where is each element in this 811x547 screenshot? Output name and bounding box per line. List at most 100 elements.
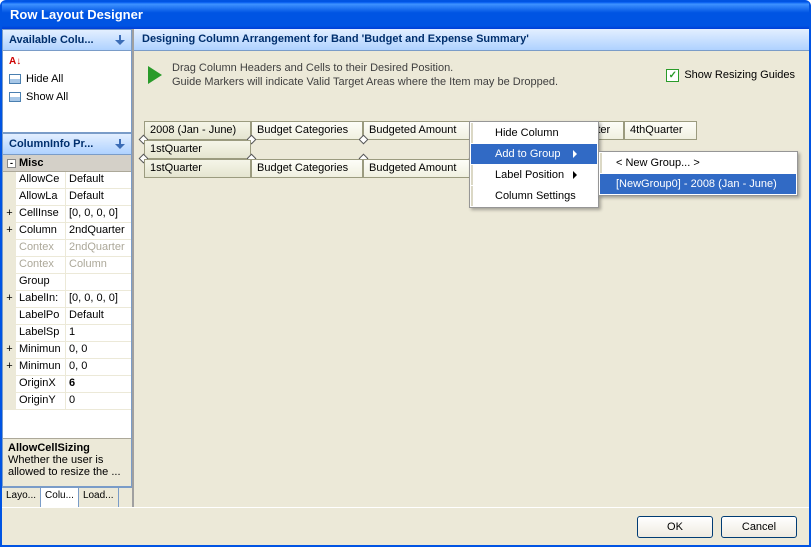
prop-value[interactable]: Default (66, 189, 131, 205)
columninfo-header[interactable]: ColumnInfo Pr... (2, 133, 132, 155)
property-row[interactable]: AllowCeDefault (3, 172, 131, 189)
window-titlebar[interactable]: Row Layout Designer (2, 2, 809, 29)
expand-icon[interactable]: + (3, 206, 16, 222)
prop-value[interactable]: Column (66, 257, 131, 273)
property-row[interactable]: +Minimun0, 0 (3, 359, 131, 376)
expand-icon[interactable] (3, 308, 16, 324)
prop-value[interactable]: 0, 0 (66, 342, 131, 358)
expand-icon[interactable] (3, 376, 16, 392)
column-header-cell[interactable]: Budgeted Amount (363, 121, 473, 140)
cancel-button[interactable]: Cancel (721, 516, 797, 538)
prop-value[interactable] (66, 274, 131, 290)
left-tabs: Layo...Colu...Load... (2, 487, 132, 507)
property-row[interactable]: LabelSp1 (3, 325, 131, 342)
tab-2[interactable]: Load... (79, 488, 119, 507)
hide-all-label: Hide All (26, 73, 63, 85)
available-columns-body: A↓ Hide All Show All (2, 51, 132, 133)
prop-key: Minimun (16, 342, 66, 358)
prop-value[interactable]: 0 (66, 393, 131, 409)
property-row[interactable]: OriginY0 (3, 393, 131, 410)
desc-body: Whether the user is allowed to resize th… (8, 454, 126, 478)
prop-key: AllowCe (16, 172, 66, 188)
prop-key: LabelPo (16, 308, 66, 324)
context-menu[interactable]: Hide Column Add to Group Label Position Col… (469, 121, 599, 208)
context-menu-item[interactable]: Column Settings (471, 186, 597, 206)
ok-button[interactable]: OK (637, 516, 713, 538)
prop-value[interactable]: 0, 0 (66, 359, 131, 375)
expand-icon[interactable]: + (3, 359, 16, 375)
hide-all-button[interactable]: Hide All (5, 70, 129, 88)
property-row[interactable]: OriginX6 (3, 376, 131, 393)
checkbox-icon: ✓ (666, 69, 679, 82)
prop-value[interactable]: Default (66, 172, 131, 188)
table-icon (9, 74, 21, 84)
expand-icon[interactable] (3, 172, 16, 188)
expand-icon[interactable] (3, 257, 16, 273)
context-menu-item[interactable]: Label Position (471, 165, 597, 185)
property-grid[interactable]: - Misc AllowCeDefaultAllowLaDefault+Cell… (2, 155, 132, 487)
instruction-text: Drag Column Headers and Cells to their D… (172, 61, 558, 89)
submenu-item[interactable]: < New Group... > (600, 153, 796, 173)
column-header-cell[interactable]: 4thQuarter (624, 121, 697, 140)
property-row[interactable]: +Minimun0, 0 (3, 342, 131, 359)
context-menu-item[interactable]: Add to Group (471, 144, 597, 164)
submenu[interactable]: < New Group... >[NewGroup0] - 2008 (Jan … (598, 151, 798, 196)
available-columns-header[interactable]: Available Colu... (2, 29, 132, 51)
prop-value[interactable]: [0, 0, 0, 0] (66, 291, 131, 307)
sort-az-button[interactable]: A↓ (5, 53, 129, 70)
prop-key: OriginX (16, 376, 66, 392)
property-row[interactable]: +CellInse[0, 0, 0, 0] (3, 206, 131, 223)
property-row[interactable]: LabelPoDefault (3, 308, 131, 325)
design-panel: Designing Column Arrangement for Band 'B… (134, 29, 809, 507)
menu-label: Column Settings (495, 190, 576, 202)
prop-value[interactable]: 2ndQuarter (66, 240, 131, 256)
prop-value[interactable]: 2ndQuarter (66, 223, 131, 239)
prop-value[interactable]: 6 (66, 376, 131, 392)
design-header: Designing Column Arrangement for Band 'B… (134, 29, 809, 51)
property-row[interactable]: +LabelIn:[0, 0, 0, 0] (3, 291, 131, 308)
property-row[interactable]: Contex2ndQuarter (3, 240, 131, 257)
prop-value[interactable]: [0, 0, 0, 0] (66, 206, 131, 222)
column-header-cell[interactable]: 1stQuarter (144, 140, 251, 159)
property-row[interactable]: +Column2ndQuarter (3, 223, 131, 240)
prop-key: LabelSp (16, 325, 66, 341)
prop-value[interactable]: Default (66, 308, 131, 324)
menu-label: Label Position (495, 169, 564, 181)
menu-label: Hide Column (495, 127, 559, 139)
expand-icon[interactable] (3, 189, 16, 205)
expand-icon[interactable] (3, 325, 16, 341)
column-header-cell[interactable]: 2008 (Jan - June) (144, 121, 251, 140)
sort-icon: A↓ (9, 56, 21, 67)
collapse-icon[interactable]: - (7, 159, 16, 168)
prop-value[interactable]: 1 (66, 325, 131, 341)
table-icon (9, 92, 21, 102)
instruction-bar: Drag Column Headers and Cells to their D… (134, 51, 809, 101)
design-canvas[interactable]: 2008 (Jan - June)Budget CategoriesBudget… (134, 101, 809, 507)
category-header[interactable]: - Misc (3, 155, 131, 172)
context-menu-item[interactable]: Hide Column (471, 123, 597, 143)
tab-1[interactable]: Colu... (41, 488, 79, 507)
column-header-cell[interactable]: Budget Categories (251, 121, 363, 140)
expand-icon[interactable] (3, 240, 16, 256)
tab-0[interactable]: Layo... (2, 488, 41, 507)
expand-icon[interactable]: + (3, 223, 16, 239)
column-header-cell[interactable]: Budget Categories (251, 159, 363, 178)
pin-icon[interactable] (115, 35, 125, 45)
available-columns-title: Available Colu... (9, 34, 94, 46)
column-header-cell[interactable]: Budgeted Amount (363, 159, 473, 178)
show-all-button[interactable]: Show All (5, 88, 129, 106)
category-label: Misc (19, 157, 43, 169)
prop-key: OriginY (16, 393, 66, 409)
expand-icon[interactable]: + (3, 342, 16, 358)
expand-icon[interactable] (3, 274, 16, 290)
property-row[interactable]: AllowLaDefault (3, 189, 131, 206)
pin-icon[interactable] (115, 139, 125, 149)
show-guides-checkbox[interactable]: ✓ Show Resizing Guides (666, 69, 795, 82)
prop-key: Contex (16, 240, 66, 256)
property-row[interactable]: Group (3, 274, 131, 291)
column-header-cell[interactable]: 1stQuarter (144, 159, 251, 178)
expand-icon[interactable] (3, 393, 16, 409)
submenu-item[interactable]: [NewGroup0] - 2008 (Jan - June) (600, 174, 796, 194)
property-row[interactable]: ContexColumn (3, 257, 131, 274)
expand-icon[interactable]: + (3, 291, 16, 307)
